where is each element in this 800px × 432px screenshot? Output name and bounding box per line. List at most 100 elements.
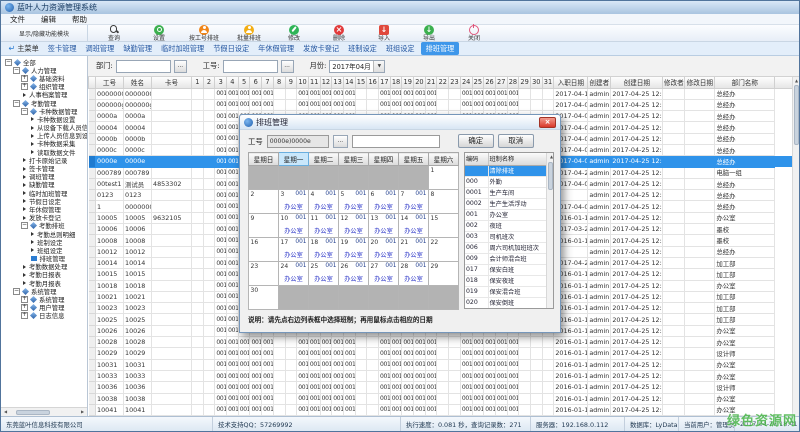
calendar-day-4[interactable]: 4001办公室 <box>309 190 339 214</box>
tree-expand-icon[interactable]: − <box>13 288 20 295</box>
row-selector[interactable] <box>89 178 96 189</box>
calendar-day-5[interactable]: 5001办公室 <box>339 190 369 214</box>
row-selector[interactable] <box>89 314 96 325</box>
calendar-day-14[interactable]: 14001办公室 <box>399 214 429 238</box>
row-selector[interactable] <box>89 167 96 178</box>
row-selector[interactable] <box>89 111 96 122</box>
tree-expand-icon[interactable]: − <box>21 222 28 229</box>
toolbar-search-button[interactable]: 查询 <box>96 25 132 42</box>
toolbar-people-button[interactable]: 批量排班 <box>231 25 267 42</box>
row-selector[interactable] <box>89 190 96 201</box>
toggle-sidebar-button[interactable]: 显示/隐藏功能模块 <box>1 25 88 41</box>
employee-row[interactable]: 1003110031001001001001001001001001001001… <box>89 359 794 370</box>
shift-list-scrollbar[interactable]: ▲ <box>546 153 553 308</box>
row-selector[interactable] <box>89 122 96 133</box>
shift-row-周六司机加班班次[interactable]: 006周六司机加班班次 <box>465 242 548 253</box>
tab-临时加班管理[interactable]: 临时加班管理 <box>157 42 209 55</box>
row-selector[interactable] <box>89 382 96 393</box>
tab-发放卡登记[interactable]: 发放卡登记 <box>299 42 344 55</box>
scroll-left-icon[interactable]: ◀ <box>1 408 10 416</box>
row-selector[interactable] <box>89 269 96 280</box>
tree-expand-icon[interactable]: + <box>21 312 28 319</box>
row-selector[interactable] <box>89 235 96 246</box>
tree-expand-icon[interactable]: − <box>5 59 12 66</box>
dialog-close-button[interactable]: × <box>539 117 556 128</box>
weekday-header-星期五[interactable]: 星期五 <box>399 153 429 166</box>
employee-row[interactable]: 1004110041001001001001001001001001001001… <box>89 404 794 415</box>
tab-排班管理[interactable]: 排班管理 <box>421 42 459 55</box>
shift-row-生产生活浮动[interactable]: 0002生产生活浮动 <box>465 198 548 209</box>
tree-expand-icon[interactable]: − <box>13 100 20 107</box>
calendar-day-17[interactable]: 17001办公室 <box>279 238 309 262</box>
employee-row[interactable]: 1002910029001001001001001001001001001001… <box>89 348 794 359</box>
month-select[interactable]: 2017年04月 ▼ <box>329 60 385 73</box>
shift-row-清除排班[interactable]: 清除排班 <box>465 165 548 176</box>
chevron-down-icon[interactable]: ▼ <box>373 61 384 72</box>
tree-expand-icon[interactable]: − <box>13 67 20 74</box>
toolbar-power-button[interactable]: 关闭 <box>456 25 492 42</box>
employee-row[interactable]: 000000g000000g00100100100100100100100100… <box>89 99 794 110</box>
row-selector[interactable] <box>89 348 96 359</box>
shift-row-夜班[interactable]: 002夜班 <box>465 220 548 231</box>
row-selector[interactable] <box>89 133 96 144</box>
toolbar-import-button[interactable]: 导入 <box>366 25 402 42</box>
empno-input[interactable] <box>223 60 278 73</box>
row-selector[interactable] <box>89 88 96 99</box>
tree-expand-icon[interactable]: + <box>21 296 28 303</box>
calendar-day-8[interactable]: 8 <box>429 190 459 214</box>
row-selector[interactable] <box>89 212 96 223</box>
row-selector[interactable] <box>89 359 96 370</box>
cancel-button[interactable]: 取消 <box>498 134 534 148</box>
weekday-header-星期二[interactable]: 星期二 <box>309 153 339 166</box>
calendar-day-13[interactable]: 13001办公室 <box>369 214 399 238</box>
tree-expand-icon[interactable]: + <box>21 75 28 82</box>
tab-home[interactable]: ↵主菜单 <box>4 42 43 55</box>
row-selector[interactable] <box>89 144 96 155</box>
calendar-day-11[interactable]: 11001办公室 <box>309 214 339 238</box>
shift-row-保安白班[interactable]: 017保安白班 <box>465 264 548 275</box>
row-selector[interactable] <box>89 404 96 415</box>
calendar-day-21[interactable]: 21001办公室 <box>399 238 429 262</box>
calendar-day-15[interactable]: 15 <box>429 214 459 238</box>
employee-row[interactable]: 1003310033001001001001001001001001001001… <box>89 370 794 381</box>
toolbar-person-button[interactable]: 按工号排班 <box>186 25 222 42</box>
tab-班制设定[interactable]: 班制设定 <box>344 42 382 55</box>
weekday-header-星期三[interactable]: 星期三 <box>339 153 369 166</box>
menu-item-2[interactable]: 帮助 <box>72 14 87 25</box>
calendar-day-26[interactable]: 26001办公室 <box>339 262 369 286</box>
weekday-header-星期一[interactable]: 星期一 <box>279 153 309 166</box>
employee-row[interactable]: 0000000100000001001001001001001001001001… <box>89 88 794 99</box>
calendar-day-27[interactable]: 27001办公室 <box>369 262 399 286</box>
dept-input[interactable] <box>116 60 171 73</box>
calendar-day-16[interactable]: 16 <box>249 238 279 262</box>
shift-row-会计师混合班[interactable]: 009会计师混合班 <box>465 253 548 264</box>
calendar-day-6[interactable]: 6001办公室 <box>369 190 399 214</box>
empno-browse-button[interactable]: ... <box>281 60 294 73</box>
tab-缺勤管理[interactable]: 缺勤管理 <box>119 42 157 55</box>
shift-row-保安倒班混合[interactable]: 021保安倒班混合 <box>465 308 548 309</box>
menu-item-1[interactable]: 编辑 <box>41 14 56 25</box>
row-selector[interactable] <box>89 246 96 257</box>
calendar-day-3[interactable]: 3001办公室 <box>279 190 309 214</box>
tab-签卡管理[interactable]: 签卡管理 <box>43 42 81 55</box>
weekday-header-星期四[interactable]: 星期四 <box>369 153 399 166</box>
shift-row-保安混合班[interactable]: 019保安混合班 <box>465 286 548 297</box>
row-selector[interactable] <box>89 257 96 268</box>
tab-节假日设定[interactable]: 节假日设定 <box>209 42 254 55</box>
toolbar-export-button[interactable]: 导出 <box>411 25 447 42</box>
scroll-right-icon[interactable]: ▶ <box>78 408 87 416</box>
toolbar-edit-button[interactable]: 修改 <box>276 25 312 42</box>
row-selector[interactable] <box>89 99 96 110</box>
calendar-day-1[interactable]: 1 <box>429 166 459 190</box>
row-selector[interactable] <box>89 303 96 314</box>
row-selector[interactable] <box>89 156 96 167</box>
tab-调班管理[interactable]: 调班管理 <box>81 42 119 55</box>
tree-expand-icon[interactable]: + <box>21 304 28 311</box>
dialog-name-field[interactable] <box>352 135 440 148</box>
calendar-day-7[interactable]: 7001办公室 <box>399 190 429 214</box>
tree-expand-icon[interactable]: + <box>21 83 28 90</box>
ok-button[interactable]: 确定 <box>458 134 494 148</box>
row-selector[interactable] <box>89 291 96 302</box>
scroll-up-icon[interactable]: ▲ <box>547 153 554 161</box>
scrollbar-thumb[interactable] <box>794 85 799 145</box>
